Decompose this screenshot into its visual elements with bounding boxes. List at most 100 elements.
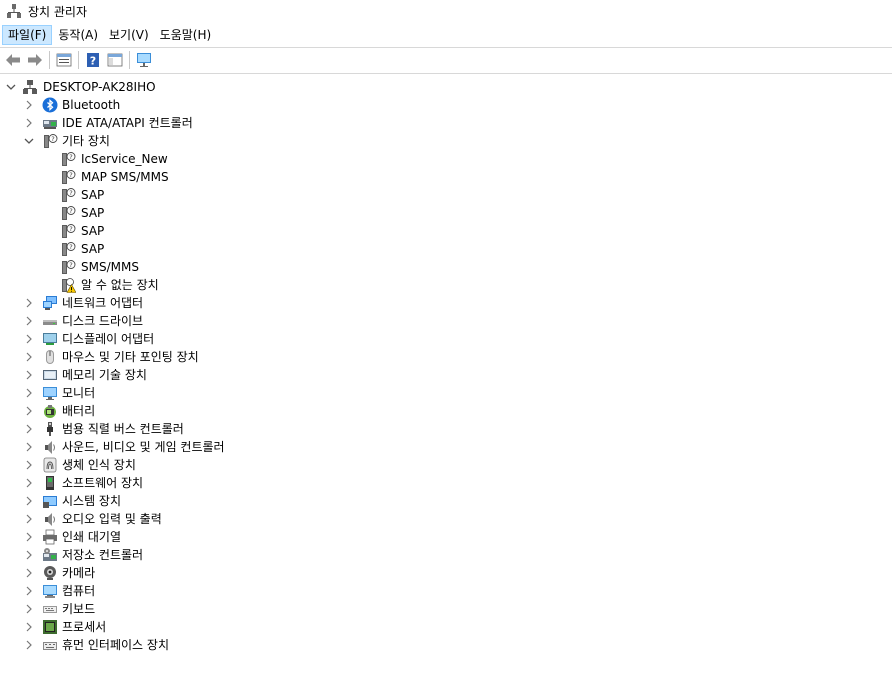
tree-item[interactable]: ? IcService_New (0, 150, 892, 168)
tree-item[interactable]: 카메라 (0, 564, 892, 582)
chevron-right-icon[interactable] (24, 298, 34, 308)
tree-item[interactable]: 메모리 기술 장치 (0, 366, 892, 384)
back-arrow-button[interactable] (2, 50, 24, 70)
tree-item[interactable]: ? SAP (0, 240, 892, 258)
tree-item[interactable]: DESKTOP-AK28IHO (0, 78, 892, 96)
chevron-right-icon[interactable] (24, 568, 34, 578)
menu-item-2[interactable]: 동작(A) (53, 25, 103, 45)
svg-text:?: ? (69, 225, 72, 233)
title-bar: 장치 관리자 (0, 0, 892, 22)
tree-item[interactable]: 네트워크 어댑터 (0, 294, 892, 312)
tree-item[interactable]: 인쇄 대기열 (0, 528, 892, 546)
fingerprint-icon (43, 457, 57, 473)
chevron-right-icon[interactable] (24, 442, 34, 452)
toolbar-separator (0, 73, 892, 74)
tree-item[interactable]: 마우스 및 기타 포인팅 장치 (0, 348, 892, 366)
back-arrow-icon (6, 54, 20, 66)
chevron-right-icon[interactable] (24, 352, 34, 362)
forward-arrow-button[interactable] (24, 50, 46, 70)
show-hide-console-tree-button[interactable] (104, 50, 126, 70)
tree-item-label: 기타 장치 (62, 134, 110, 148)
tree-item[interactable]: Bluetooth (0, 96, 892, 114)
tree-item[interactable]: 소프트웨어 장치 (0, 474, 892, 492)
chevron-right-icon[interactable] (24, 424, 34, 434)
monitor-scan-button[interactable] (133, 50, 155, 70)
forward-arrow-icon (28, 54, 42, 66)
properties-button[interactable] (53, 50, 75, 70)
tree-item[interactable]: 사운드, 비디오 및 게임 컨트롤러 (0, 438, 892, 456)
tree-item[interactable]: 시스템 장치 (0, 492, 892, 510)
svg-text:?: ? (90, 55, 96, 68)
tree-item[interactable]: 디스크 드라이브 (0, 312, 892, 330)
tree-item-label: 사운드, 비디오 및 게임 컨트롤러 (62, 440, 225, 454)
tree-item[interactable]: 휴먼 인터페이스 장치 (0, 636, 892, 654)
unknown-device-icon: ? (44, 134, 58, 148)
tree-item[interactable]: ? SAP (0, 204, 892, 222)
help-button[interactable]: ? (82, 50, 104, 70)
tree-item[interactable]: 모니터 (0, 384, 892, 402)
computer-root-icon (23, 80, 37, 94)
tree-item[interactable]: 저장소 컨트롤러 (0, 546, 892, 564)
speaker-icon (45, 513, 55, 526)
chevron-right-icon[interactable] (24, 100, 34, 110)
chevron-down-icon[interactable] (6, 82, 16, 92)
monitor-scan-icon (137, 53, 151, 67)
chevron-right-icon[interactable] (24, 478, 34, 488)
tree-item[interactable]: ? SMS/MMS (0, 258, 892, 276)
tree-item-label: SAP (81, 206, 105, 220)
tree-item[interactable]: 알 수 없는 장치 (0, 276, 892, 294)
tree-item[interactable]: 범용 직렬 버스 컨트롤러 (0, 420, 892, 438)
chevron-down-icon[interactable] (24, 136, 34, 146)
unknown-device-icon: ? (62, 206, 76, 220)
chevron-right-icon[interactable] (24, 316, 34, 326)
chevron-right-icon[interactable] (24, 334, 34, 344)
unknown-device-icon: ? (62, 152, 76, 166)
svg-text:?: ? (69, 207, 72, 215)
chevron-right-icon[interactable] (24, 604, 34, 614)
tree-item[interactable]: 디스플레이 어댑터 (0, 330, 892, 348)
chevron-right-icon[interactable] (24, 406, 34, 416)
tree-item[interactable]: ? 기타 장치 (0, 132, 892, 150)
tree-item-label: 키보드 (62, 602, 96, 616)
tree-item-label: SAP (81, 224, 105, 238)
chevron-right-icon[interactable] (24, 550, 34, 560)
tree-item[interactable]: IDE ATA/ATAPI 컨트롤러 (0, 114, 892, 132)
tree-item[interactable]: 컴퓨터 (0, 582, 892, 600)
unknown-device-icon: ? (62, 188, 76, 202)
chevron-right-icon[interactable] (24, 370, 34, 380)
chevron-right-icon[interactable] (24, 586, 34, 596)
chevron-right-icon[interactable] (24, 460, 34, 470)
chevron-right-icon[interactable] (24, 514, 34, 524)
tree-item-label: 배터리 (62, 404, 96, 418)
unknown-device-icon: ? (62, 242, 76, 256)
tree-item-label: 디스크 드라이브 (62, 314, 144, 328)
bluetooth-icon (42, 97, 58, 113)
tree-item[interactable]: 생체 인식 장치 (0, 456, 892, 474)
chevron-right-icon[interactable] (24, 640, 34, 650)
tree-item-label: IcService_New (81, 152, 168, 166)
tree-item[interactable]: 키보드 (0, 600, 892, 618)
tree-item[interactable]: ? SAP (0, 186, 892, 204)
tree-item[interactable]: ? MAP SMS/MMS (0, 168, 892, 186)
chevron-right-icon[interactable] (24, 496, 34, 506)
menu-item-1[interactable]: 파일(F) (2, 25, 53, 45)
chevron-right-icon[interactable] (24, 388, 34, 398)
tree-item-label: 소프트웨어 장치 (62, 476, 144, 490)
menu-item-3[interactable]: 보기(V) (104, 25, 154, 45)
tree-item-label: 범용 직렬 버스 컨트롤러 (62, 422, 184, 436)
warning-device-icon (62, 278, 76, 293)
chevron-right-icon[interactable] (24, 622, 34, 632)
svg-text:?: ? (69, 171, 72, 179)
svg-text:?: ? (69, 261, 72, 269)
tree-item[interactable]: 배터리 (0, 402, 892, 420)
toolbar-separator (49, 51, 50, 69)
ide-controller-icon (43, 120, 57, 129)
tree-item-label: 카메라 (62, 566, 96, 580)
tree-item[interactable]: ? SAP (0, 222, 892, 240)
tree-item[interactable]: 프로세서 (0, 618, 892, 636)
chevron-right-icon[interactable] (24, 118, 34, 128)
tree-item[interactable]: 오디오 입력 및 출력 (0, 510, 892, 528)
menu-item-4[interactable]: 도움말(H) (155, 25, 217, 45)
tree-item-label: 디스플레이 어댑터 (62, 332, 155, 346)
chevron-right-icon[interactable] (24, 532, 34, 542)
